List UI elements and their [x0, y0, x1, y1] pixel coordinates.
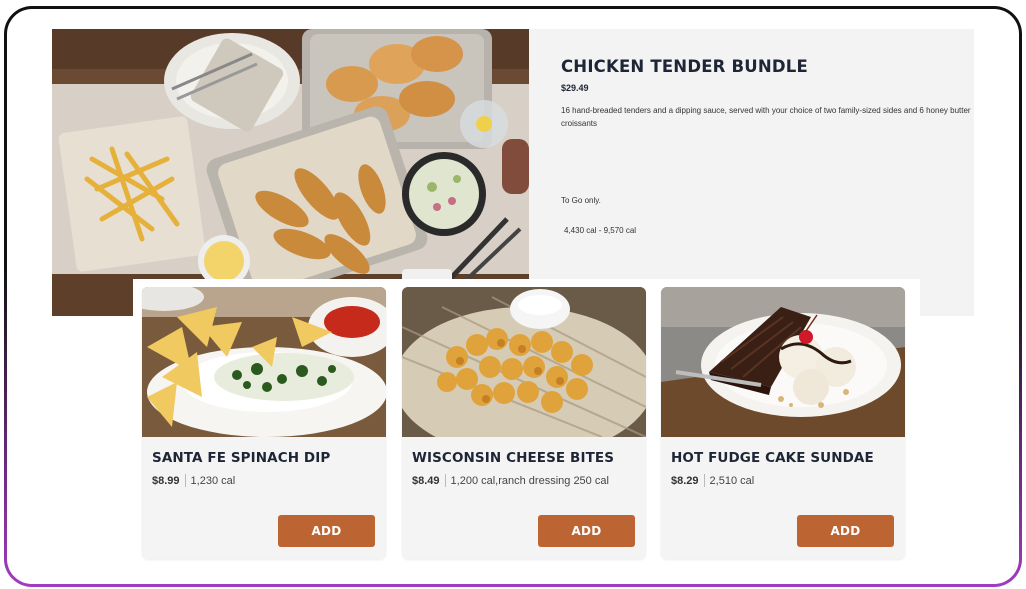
featured-item-photo [52, 29, 529, 316]
menu-item-title: HOT FUDGE CAKE SUNDAE [671, 450, 874, 466]
menu-item-meta: $8.29 2,510 cal [671, 474, 754, 487]
add-button[interactable]: ADD [797, 515, 894, 547]
menu-item-photo [661, 287, 905, 437]
menu-card[interactable]: HOT FUDGE CAKE SUNDAE $8.29 2,510 cal AD… [661, 287, 905, 559]
menu-item-calories: 2,510 cal [709, 474, 755, 487]
divider [184, 474, 186, 487]
featured-item-calories: 4,430 cal - 9,570 cal [564, 226, 637, 235]
menu-card[interactable]: SANTA FE SPINACH DIP $8.99 1,230 cal ADD [142, 287, 386, 559]
divider [444, 474, 446, 487]
menu-item-photo [142, 287, 386, 437]
add-button[interactable]: ADD [278, 515, 375, 547]
featured-item-availability: To Go only. [561, 196, 601, 205]
add-button[interactable]: ADD [538, 515, 635, 547]
menu-item-title: WISCONSIN CHEESE BITES [412, 450, 615, 466]
featured-item-price: $29.49 [561, 83, 589, 93]
menu-item-price: $8.99 [152, 474, 180, 487]
menu-item-meta: $8.99 1,230 cal [152, 474, 235, 487]
featured-item-title: CHICKEN TENDER BUNDLE [561, 57, 808, 76]
menu-card[interactable]: WISCONSIN CHEESE BITES $8.49 1,200 cal,r… [402, 287, 646, 559]
menu-item-meta: $8.49 1,200 cal,ranch dressing 250 cal [412, 474, 609, 487]
menu-item-calories: 1,230 cal [190, 474, 236, 487]
featured-item-description: 16 hand-breaded tenders and a dipping sa… [561, 106, 971, 128]
divider [703, 474, 705, 487]
menu-item-title: SANTA FE SPINACH DIP [152, 450, 331, 466]
featured-item-details: CHICKEN TENDER BUNDLE $29.49 16 hand-bre… [561, 57, 974, 235]
menu-item-price: $8.29 [671, 474, 699, 487]
featured-item-panel: CHICKEN TENDER BUNDLE $29.49 16 hand-bre… [52, 29, 974, 316]
menu-item-price: $8.49 [412, 474, 440, 487]
menu-item-photo [402, 287, 646, 437]
menu-item-calories: 1,200 cal,ranch dressing 250 cal [450, 474, 609, 487]
